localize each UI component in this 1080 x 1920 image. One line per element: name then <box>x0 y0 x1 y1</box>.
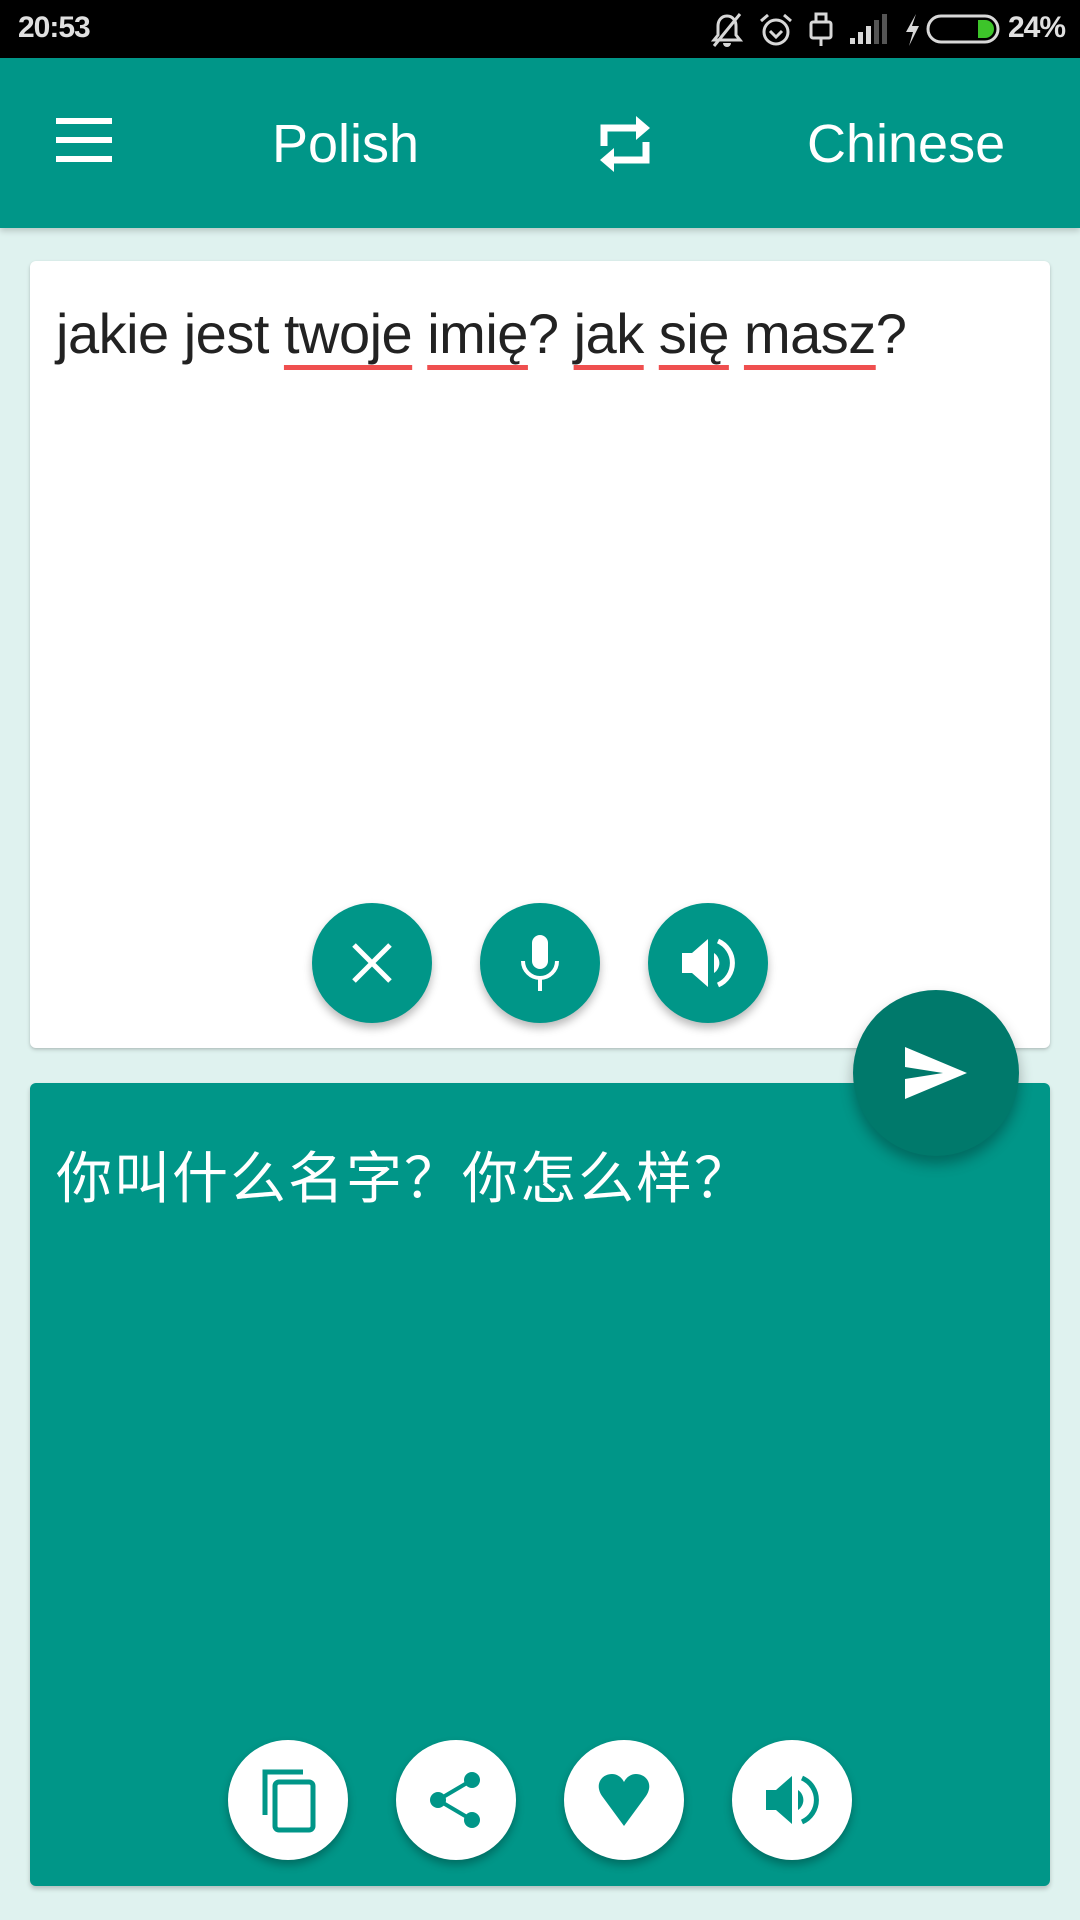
charging-bolt-icon <box>906 14 919 46</box>
translate-button[interactable] <box>853 990 1019 1156</box>
menu-button[interactable] <box>46 110 122 176</box>
misspelled-word[interactable]: masz <box>744 302 876 365</box>
notifications-off-icon <box>710 13 744 47</box>
close-icon <box>352 943 392 983</box>
text-segment <box>729 302 744 365</box>
swap-languages-button[interactable] <box>590 108 660 180</box>
translation-card: 你叫什么名字？你怎么样？ <box>30 1083 1050 1886</box>
text-segment: ? <box>527 302 574 365</box>
status-bar: 20:53 24% <box>0 0 1080 58</box>
microphone-icon <box>521 935 559 991</box>
copy-icon <box>262 1769 316 1833</box>
source-language-selector[interactable]: Polish <box>272 114 419 174</box>
share-button[interactable] <box>396 1740 516 1860</box>
swap-languages-icon <box>600 116 650 172</box>
battery-percent: 24% <box>1008 11 1066 44</box>
copy-button[interactable] <box>228 1740 348 1860</box>
misspelled-word[interactable]: imię <box>427 302 528 365</box>
voice-input-button[interactable] <box>480 903 600 1023</box>
battery-icon <box>926 14 1000 44</box>
signal-icon <box>850 14 887 44</box>
heart-icon <box>598 1774 650 1826</box>
speak-source-button[interactable] <box>648 903 768 1023</box>
text-segment <box>644 302 659 365</box>
misspelled-word[interactable]: się <box>659 302 730 365</box>
text-segment: jakie jest <box>56 302 284 365</box>
alarm-icon <box>760 13 792 46</box>
share-icon <box>430 1772 480 1828</box>
usb-icon <box>809 12 833 46</box>
text-segment: ? <box>875 302 907 365</box>
misspelled-word[interactable]: jak <box>574 302 645 365</box>
target-language-selector[interactable]: Chinese <box>807 114 1005 174</box>
status-time: 20:53 <box>18 11 91 44</box>
speaker-icon <box>766 1775 819 1825</box>
misspelled-word[interactable]: twoje <box>284 302 413 365</box>
source-text-input[interactable]: jakie jest twoje imię? jak się masz? <box>56 299 1016 369</box>
favorite-button[interactable] <box>564 1740 684 1860</box>
send-icon <box>905 1047 967 1099</box>
translation-text: 你叫什么名字？你怎么样？ <box>56 1147 752 1212</box>
clear-button[interactable] <box>312 903 432 1023</box>
speaker-icon <box>682 938 735 988</box>
toolbar: Polish Chinese <box>0 58 1080 228</box>
speak-translation-button[interactable] <box>732 1740 852 1860</box>
text-segment <box>412 302 427 365</box>
